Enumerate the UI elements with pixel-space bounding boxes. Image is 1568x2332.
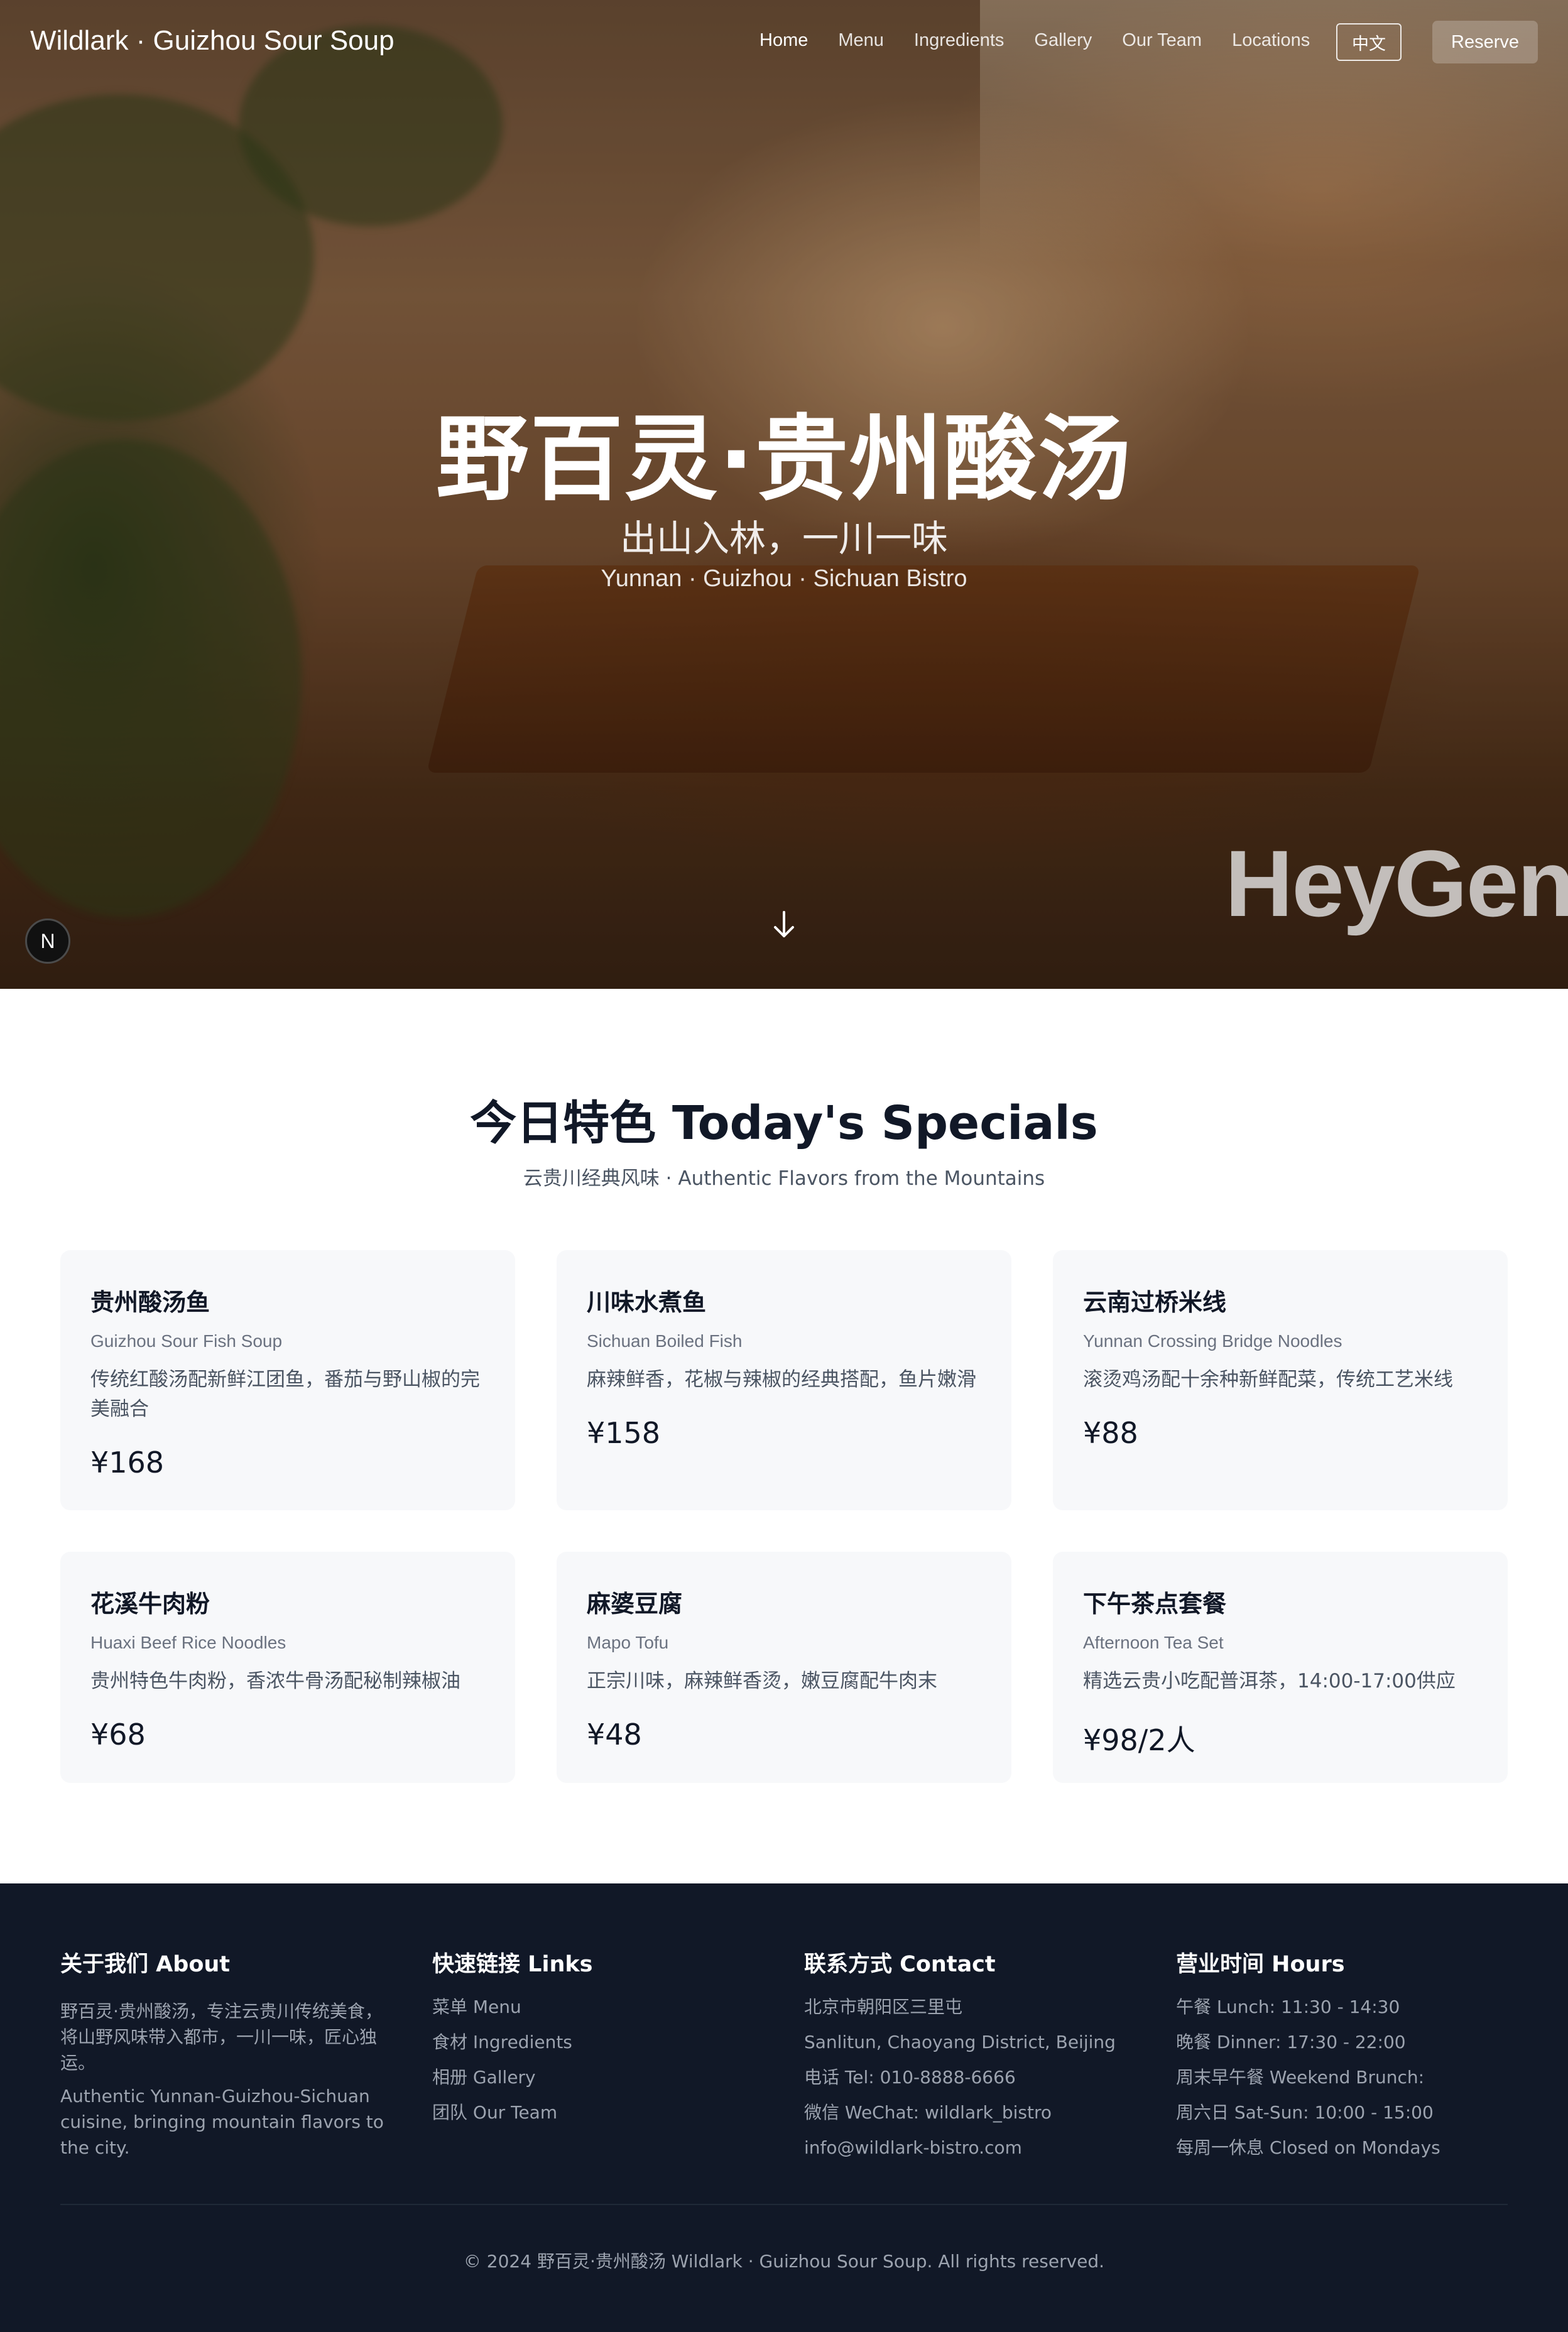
special-description: 滚烫鸡汤配十余种新鲜配菜，传统工艺米线 [1083, 1368, 1453, 1391]
hours-brunch-label: 周末早午餐 Weekend Brunch: [1176, 2067, 1425, 2088]
footer-link-menu[interactable]: 菜单 Menu [432, 1990, 771, 2025]
special-price: ¥98/2人 [1083, 1723, 1195, 1757]
footer-about: 关于我们 About 野百灵·贵州酸汤，专注云贵川传统美食，将山野风味带入都市，… [60, 1946, 400, 2160]
special-card[interactable]: 麻婆豆腐 Mapo Tofu 正宗川味，麻辣鲜香烫，嫩豆腐配牛肉末 ¥48 [557, 1552, 1011, 1783]
nav-link-home[interactable]: Home [760, 30, 808, 51]
arrow-down-icon[interactable] [771, 910, 797, 940]
footer-about-heading: 关于我们 About [60, 1952, 231, 1977]
special-name-en: Yunnan Crossing Bridge Noodles [1083, 1331, 1342, 1351]
special-name-en: Sichuan Boiled Fish [587, 1331, 743, 1351]
special-name: 下午茶点套餐 [1083, 1590, 1227, 1618]
specials-title: 今日特色 Today's Specials [470, 1096, 1098, 1150]
special-name: 贵州酸汤鱼 [90, 1289, 210, 1316]
special-card[interactable]: 花溪牛肉粉 Huaxi Beef Rice Noodles 贵州特色牛肉粉，香浓… [60, 1552, 515, 1783]
footer-link-gallery[interactable]: 相册 Gallery [432, 2060, 771, 2095]
nav-link-our-team[interactable]: Our Team [1122, 30, 1202, 51]
hours-dinner: 晚餐 Dinner: 17:30 - 22:00 [1176, 2032, 1406, 2052]
special-description: 贵州特色牛肉粉，香浓牛骨汤配秘制辣椒油 [90, 1670, 460, 1692]
special-price: ¥68 [90, 1718, 146, 1752]
special-description: 精选云贵小吃配普洱茶，14:00-17:00供应 [1083, 1670, 1456, 1692]
special-card[interactable]: 云南过桥米线 Yunnan Crossing Bridge Noodles 滚烫… [1053, 1250, 1508, 1510]
brand-logo[interactable]: Wildlark · Guizhou Sour Soup [30, 25, 395, 57]
hero-title: 野百灵·贵州酸汤 [435, 405, 1133, 513]
contact-phone[interactable]: 电话 Tel: 010-8888-6666 [804, 2060, 1143, 2095]
special-name: 麻婆豆腐 [587, 1590, 683, 1618]
special-card[interactable]: 下午茶点套餐 Afternoon Tea Set 精选云贵小吃配普洱茶，14:0… [1053, 1552, 1508, 1783]
special-card[interactable]: 川味水煮鱼 Sichuan Boiled Fish 麻辣鲜香，花椒与辣椒的经典搭… [557, 1250, 1011, 1510]
special-name: 云南过桥米线 [1083, 1289, 1227, 1316]
footer-about-text-zh: 野百灵·贵州酸汤，专注云贵川传统美食，将山野风味带入都市，一川一味，匠心独运。 [60, 2001, 383, 2073]
contact-address-en: Sanlitun, Chaoyang District, Beijing [804, 2032, 1116, 2052]
special-name-en: Huaxi Beef Rice Noodles [90, 1633, 286, 1652]
reserve-button[interactable]: Reserve [1432, 21, 1538, 63]
hero-subtitle: 出山入林，一川一味 [619, 517, 948, 560]
footer-link-ingredients[interactable]: 食材 Ingredients [432, 2025, 771, 2060]
watermark-logo: HeyGen [1225, 831, 1568, 936]
special-name-en: Mapo Tofu [587, 1633, 669, 1652]
footer-links-heading: 快速链接 Links [432, 1952, 593, 1977]
special-price: ¥88 [1083, 1416, 1138, 1450]
footer-contact-heading: 联系方式 Contact [804, 1952, 996, 1977]
nav-links: Home Menu Ingredients Gallery Our Team L… [760, 30, 1310, 51]
nav-link-gallery[interactable]: Gallery [1034, 30, 1092, 51]
special-price: ¥168 [90, 1446, 165, 1479]
footer-divider [60, 2204, 1508, 2205]
dev-badge-icon[interactable]: N [25, 918, 70, 964]
footer-link-our-team[interactable]: 团队 Our Team [432, 2095, 771, 2130]
special-price: ¥158 [587, 1416, 661, 1450]
footer-hours-heading: 营业时间 Hours [1176, 1952, 1345, 1977]
site-footer: 关于我们 About 野百灵·贵州酸汤，专注云贵川传统美食，将山野风味带入都市，… [0, 1883, 1568, 2332]
hours-lunch: 午餐 Lunch: 11:30 - 14:30 [1176, 1997, 1400, 2017]
special-name-en: Afternoon Tea Set [1083, 1633, 1224, 1652]
special-name: 川味水煮鱼 [587, 1289, 707, 1316]
hero-section: Wildlark · Guizhou Sour Soup Home Menu I… [0, 0, 1568, 989]
special-name: 花溪牛肉粉 [90, 1590, 210, 1618]
footer-links: 快速链接 Links 菜单 Menu 食材 Ingredients 相册 Gal… [432, 1946, 771, 2130]
footer-hours: 营业时间 Hours 午餐 Lunch: 11:30 - 14:30 晚餐 Di… [1176, 1946, 1515, 2166]
footer-about-text-en: Authentic Yunnan-Guizhou-Sichuan cuisine… [60, 2086, 384, 2158]
contact-address-zh: 北京市朝阳区三里屯 [804, 1997, 963, 2017]
copyright-text: © 2024 野百灵·贵州酸汤 Wildlark · Guizhou Sour … [463, 2251, 1105, 2272]
special-description: 麻辣鲜香，花椒与辣椒的经典搭配，鱼片嫩滑 [587, 1368, 976, 1391]
language-toggle-button[interactable]: 中文 [1336, 23, 1402, 61]
hours-brunch-times: 周六日 Sat-Sun: 10:00 - 15:00 [1176, 2102, 1434, 2123]
specials-subtitle: 云贵川经典风味 · Authentic Flavors from the Mou… [523, 1167, 1045, 1190]
hero-subtitle-en: Yunnan · Guizhou · Sichuan Bistro [601, 565, 967, 592]
contact-email[interactable]: info@wildlark-bistro.com [804, 2130, 1143, 2166]
special-name-en: Guizhou Sour Fish Soup [90, 1331, 283, 1351]
nav-link-menu[interactable]: Menu [838, 30, 884, 51]
special-description: 正宗川味，麻辣鲜香烫，嫩豆腐配牛肉末 [587, 1670, 937, 1692]
special-description: 传统红酸汤配新鲜江团鱼，番茄与野山椒的完美融合 [90, 1368, 480, 1420]
nav-link-ingredients[interactable]: Ingredients [914, 30, 1004, 51]
top-navigation: Wildlark · Guizhou Sour Soup Home Menu I… [0, 0, 1568, 84]
contact-wechat: 微信 WeChat: wildlark_bistro [804, 2102, 1052, 2123]
hours-closed-note: 每周一休息 Closed on Mondays [1176, 2137, 1440, 2158]
nav-link-locations[interactable]: Locations [1232, 30, 1310, 51]
special-card[interactable]: 贵州酸汤鱼 Guizhou Sour Fish Soup 传统红酸汤配新鲜江团鱼… [60, 1250, 515, 1510]
special-price: ¥48 [587, 1718, 642, 1752]
footer-contact: 联系方式 Contact 北京市朝阳区三里屯 Sanlitun, Chaoyan… [804, 1946, 1143, 2166]
